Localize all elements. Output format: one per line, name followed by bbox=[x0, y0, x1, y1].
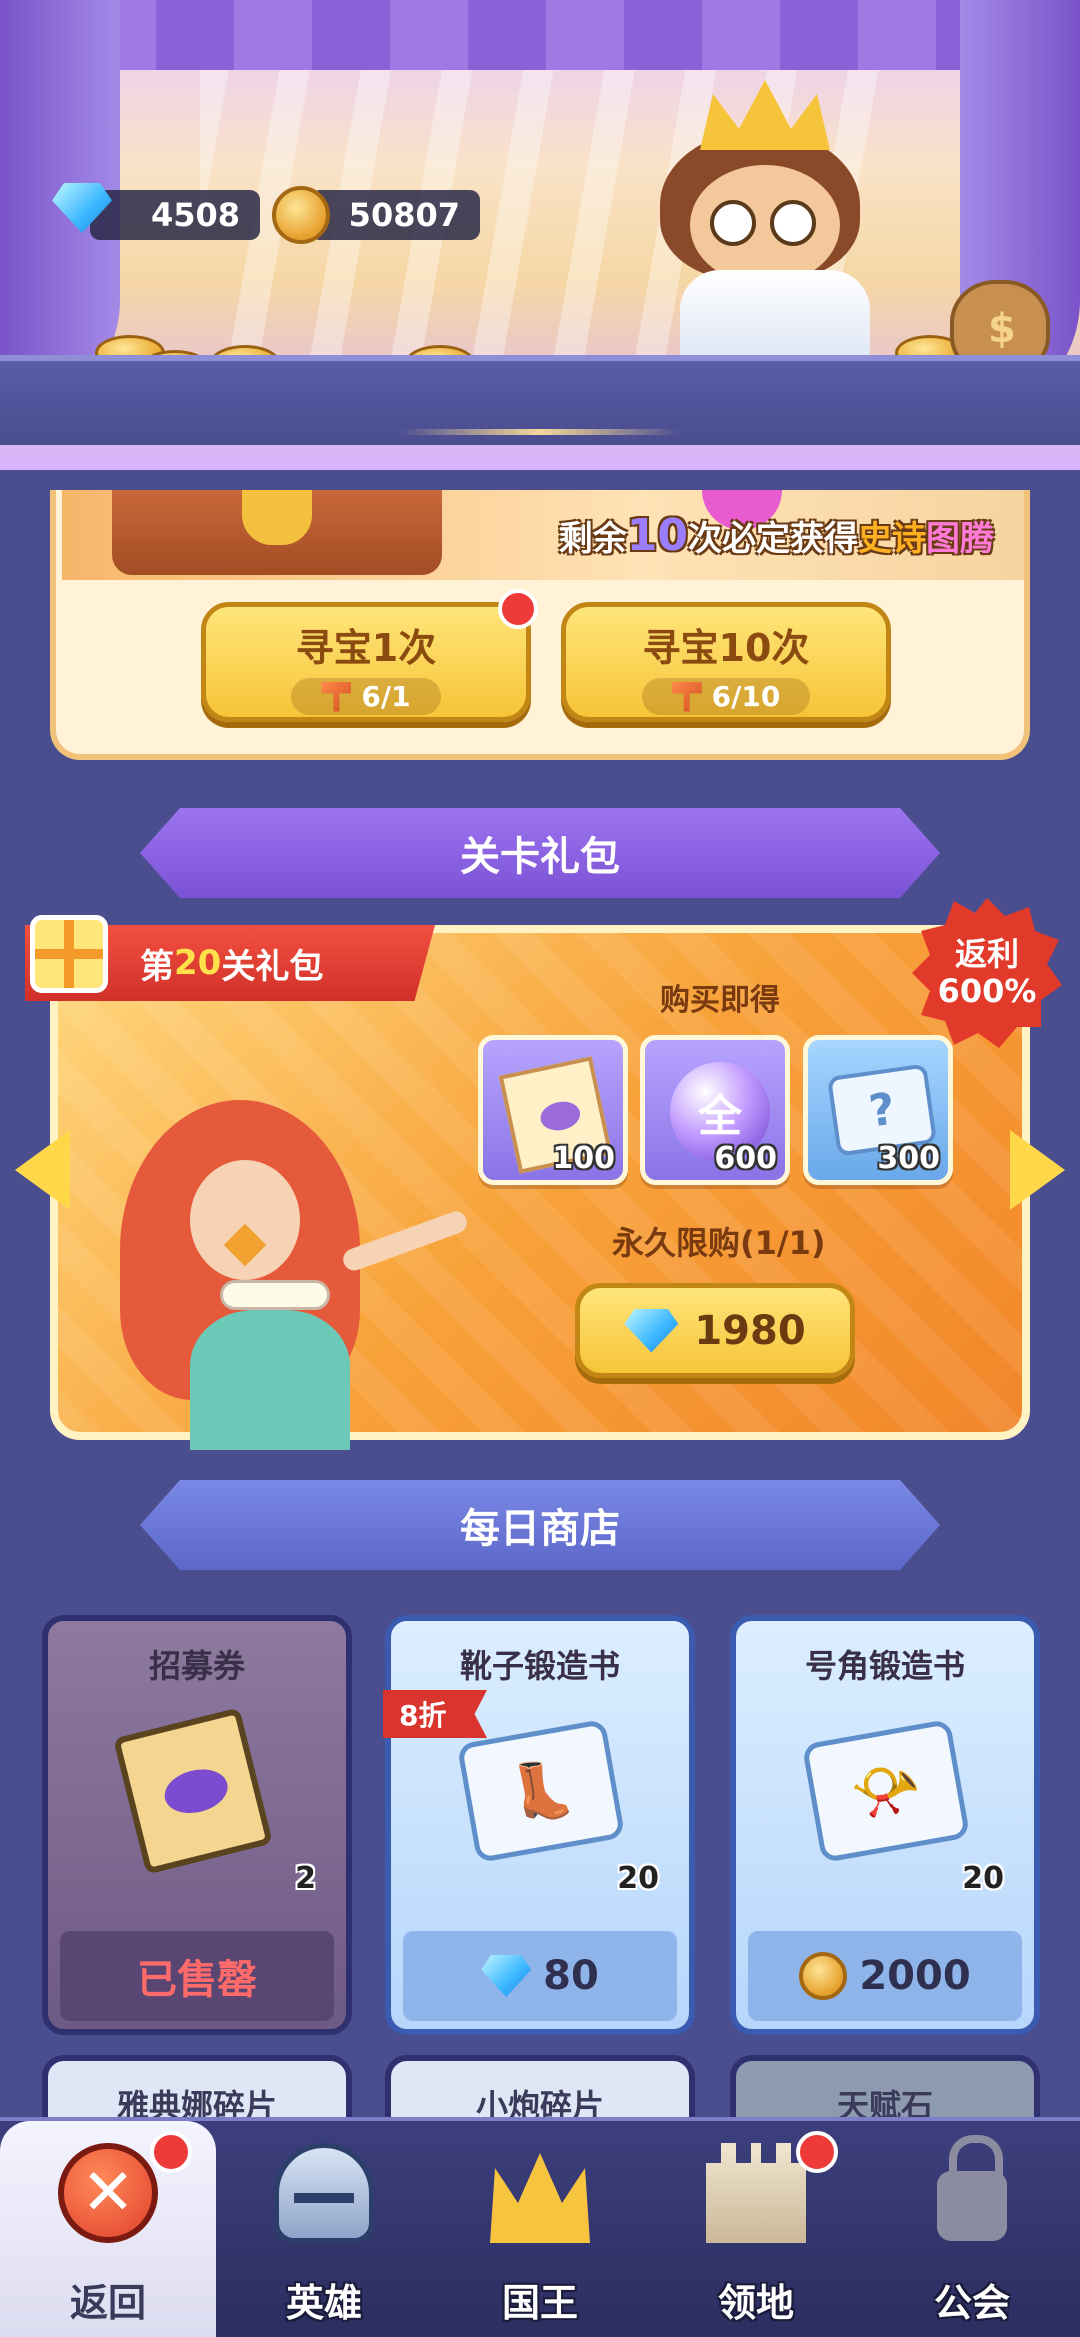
notice-count: 10 bbox=[626, 510, 688, 561]
hunt-ten-label: 寻宝10次 bbox=[642, 626, 810, 670]
tag-level: 20 bbox=[174, 943, 222, 983]
reward-mystery-scroll[interactable]: ? 300 bbox=[803, 1035, 953, 1185]
nav-guild[interactable]: 公会 bbox=[864, 2121, 1080, 2337]
buy-level-pack-button[interactable]: 1980 bbox=[575, 1283, 855, 1378]
purchase-limit: 永久限购(1/1) bbox=[612, 1224, 826, 1262]
card-qty: 2 bbox=[295, 1861, 316, 1896]
hunt-once-cost: 6/1 bbox=[291, 678, 441, 715]
pack-price: 1980 bbox=[694, 1307, 806, 1354]
level-pack-title: 关卡礼包 bbox=[460, 834, 620, 880]
hammer-icon bbox=[671, 681, 702, 712]
gem-icon bbox=[624, 1308, 679, 1353]
treasure-hunt-panel: 剩余10次必定获得史诗图腾 寻宝1次 6/1 寻宝10次 6/10 bbox=[50, 490, 1030, 760]
card-qty: 20 bbox=[617, 1861, 659, 1896]
reward-universal-orb[interactable]: 全 600 bbox=[640, 1035, 790, 1185]
gem-balance: 4508 bbox=[90, 190, 260, 240]
close-icon: ✕ bbox=[58, 2143, 158, 2243]
notice-epic: 史诗 bbox=[858, 519, 926, 559]
discount-badge: 8折 bbox=[383, 1690, 487, 1738]
card-title: 靴子锻造书 bbox=[459, 1647, 620, 1685]
nav-king[interactable]: 国王 bbox=[432, 2121, 648, 2337]
card-title: 招募券 bbox=[148, 1647, 245, 1685]
card-qty: 20 bbox=[962, 1861, 1004, 1896]
tag-prefix: 第 bbox=[140, 946, 174, 987]
nav-territory[interactable]: 领地 bbox=[648, 2121, 864, 2337]
scroll-glyph: ? bbox=[865, 1082, 899, 1138]
notification-dot bbox=[150, 2131, 192, 2173]
curtain-valance bbox=[0, 0, 1080, 70]
helmet-icon bbox=[274, 2143, 374, 2243]
bottom-navigation: ✕ 返回 英雄 国王 领地 公会 bbox=[0, 2117, 1080, 2337]
reward-qty: 100 bbox=[552, 1141, 615, 1176]
tag-suffix: 关礼包 bbox=[221, 946, 324, 987]
discount-text: 8折 bbox=[399, 1699, 447, 1732]
notice-mid: 次必定获得 bbox=[688, 519, 858, 559]
reward-qty: 300 bbox=[877, 1141, 940, 1176]
crown-icon bbox=[490, 2153, 590, 2243]
next-pack-arrow-icon[interactable] bbox=[1010, 1130, 1065, 1210]
treasure-chest-icon bbox=[112, 490, 442, 575]
card-title: 号角锻造书 bbox=[804, 1647, 965, 1685]
hunt-ten-button[interactable]: 寻宝10次 6/10 bbox=[561, 602, 891, 722]
rebate-line2: 600% bbox=[937, 972, 1037, 1010]
hunt-ten-progress: 6/10 bbox=[711, 680, 781, 713]
rebate-line1: 返利 bbox=[954, 935, 1019, 974]
gold-balance: 50807 bbox=[310, 190, 480, 240]
gift-box-icon bbox=[30, 915, 108, 993]
pity-notice: 剩余10次必定获得史诗图腾 bbox=[559, 510, 994, 561]
nav-label: 公会 bbox=[933, 2281, 1010, 2325]
notice-totem: 图腾 bbox=[926, 519, 994, 559]
level-pack-ribbon: 关卡礼包 bbox=[140, 808, 940, 898]
nav-label: 领地 bbox=[717, 2281, 794, 2325]
shop-card-boots-book[interactable]: 靴子锻造书 👢 20 80 bbox=[385, 1615, 695, 2035]
reward-qty: 600 bbox=[714, 1141, 777, 1176]
nav-label: 返回 bbox=[69, 2281, 146, 2325]
shop-card-horn-book[interactable]: 号角锻造书 📯 20 2000 bbox=[730, 1615, 1040, 2035]
hammer-icon bbox=[321, 681, 352, 712]
horn-scroll-icon: 📯 bbox=[796, 1711, 976, 1881]
nav-label: 国王 bbox=[501, 2281, 578, 2325]
crown-icon bbox=[700, 80, 830, 150]
hunt-once-progress: 6/1 bbox=[361, 680, 411, 713]
nav-label: 英雄 bbox=[285, 2281, 362, 2325]
buy-get-label: 购买即得 bbox=[660, 983, 780, 1018]
gold-coin-icon bbox=[799, 1952, 848, 2000]
nav-heroes[interactable]: 英雄 bbox=[216, 2121, 432, 2337]
reward-recruit-ticket[interactable]: 100 bbox=[478, 1035, 628, 1185]
lock-icon bbox=[937, 2135, 1007, 2241]
notification-dot bbox=[498, 589, 538, 629]
boots-price-button[interactable]: 80 bbox=[403, 1931, 677, 2021]
gold-count: 50807 bbox=[348, 196, 460, 234]
gem-icon bbox=[481, 1955, 532, 1997]
hunt-ten-cost: 6/10 bbox=[641, 678, 811, 715]
daily-shop-ribbon: 每日商店 bbox=[140, 1480, 940, 1570]
hunt-once-button[interactable]: 寻宝1次 6/1 bbox=[201, 589, 538, 722]
notification-dot bbox=[796, 2131, 838, 2173]
horn-price-button[interactable]: 2000 bbox=[748, 1931, 1022, 2021]
gold-coin-icon bbox=[272, 186, 330, 244]
gem-icon bbox=[52, 183, 112, 233]
hunt-once-label: 寻宝1次 bbox=[295, 626, 437, 670]
horn-price: 2000 bbox=[859, 1953, 971, 1999]
sold-out-text: 已售罄 bbox=[137, 1957, 257, 2003]
shop-card-recruit-ticket[interactable]: 招募券 2 已售罄 bbox=[42, 1615, 352, 2035]
orb-glyph: 全 bbox=[698, 1091, 742, 1142]
prev-pack-arrow-icon[interactable] bbox=[15, 1130, 70, 1210]
boots-price: 80 bbox=[543, 1953, 599, 1999]
treasure-header: 剩余10次必定获得史诗图腾 bbox=[62, 490, 1024, 580]
sold-out-label: 已售罄 bbox=[60, 1931, 334, 2021]
counter-ledge bbox=[0, 355, 1080, 445]
daily-shop-title: 每日商店 bbox=[460, 1506, 620, 1552]
nav-back[interactable]: ✕ 返回 bbox=[0, 2121, 216, 2337]
recruit-ticket-icon bbox=[108, 1707, 288, 1881]
king-character bbox=[640, 70, 890, 360]
castle-icon bbox=[706, 2143, 806, 2243]
gem-count: 4508 bbox=[150, 196, 240, 234]
notice-prefix: 剩余 bbox=[558, 519, 627, 559]
mermaid-hero-art bbox=[60, 1080, 470, 1450]
